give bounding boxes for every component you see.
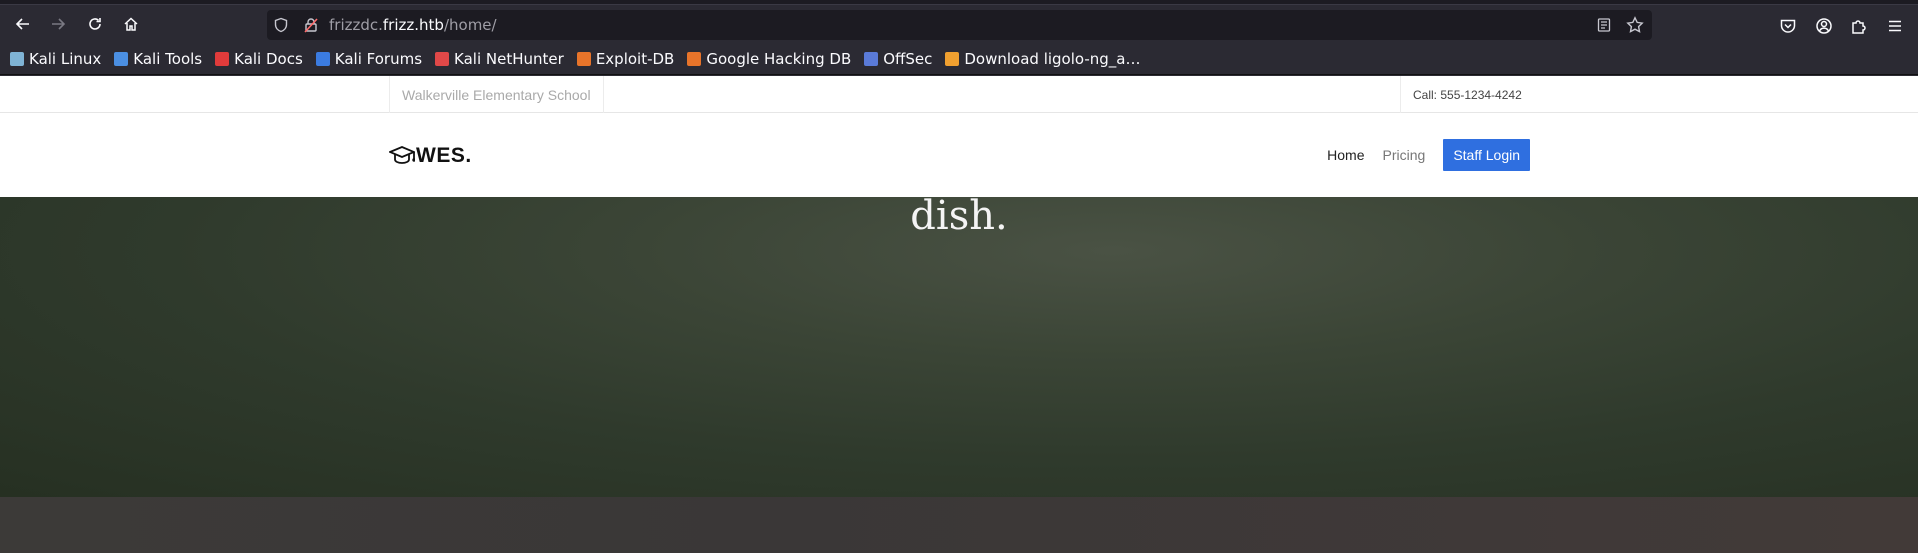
url-bar[interactable]: frizzdc.frizz.htb/home/ [267,10,1652,40]
nav-pricing-link[interactable]: Pricing [1383,139,1426,171]
bookmark-star-icon[interactable] [1626,16,1644,34]
site-top-bar: Walkerville Elementary School Call: 555-… [0,76,1918,113]
url-prefix: frizzdc. [329,16,383,34]
menu-button[interactable] [1886,17,1904,35]
nav-home-link[interactable]: Home [1327,139,1364,171]
ligolo-icon [945,51,960,66]
reload-button[interactable] [82,11,108,37]
hamburger-menu-icon [1889,20,1901,32]
url-text[interactable]: frizzdc.frizz.htb/home/ [329,15,497,35]
bookmark-label: OffSec [883,49,933,68]
bookmark-label: Exploit-DB [595,49,675,68]
bookmark-label: Kali Linux [29,49,102,68]
bookmark-label: Kali Docs [234,49,303,68]
shield-icon[interactable] [273,17,289,33]
hero-section: dish. [0,193,1918,497]
bookmark-label: Kali NetHunter [454,49,564,68]
browser-toolbar: frizzdc.frizz.htb/home/ [0,5,1918,43]
bookmark-item[interactable]: Kali Docs [215,50,303,68]
lower-section [0,497,1918,553]
offsec-icon [864,51,879,66]
bookmark-item[interactable]: OffSec [864,50,932,68]
kali-docs-icon [215,51,230,66]
url-path: /home/ [443,16,497,34]
account-icon [1816,18,1832,34]
exploitdb-icon [576,51,591,66]
reader-view-icon[interactable] [1596,17,1612,33]
site-logo[interactable]: WES. [389,144,472,168]
arrow-left-icon [15,18,29,30]
web-page: Walkerville Elementary School Call: 555-… [0,76,1918,553]
ghdb-icon [687,51,702,66]
site-brand: WES. [416,144,472,167]
bookmark-label: Kali Forums [334,49,423,68]
bookmark-item[interactable]: Download ligolo-ng_a… [945,49,1141,68]
reload-icon [89,18,101,30]
graduation-cap-icon [389,146,415,164]
kali-dragon-icon [10,51,24,66]
kali-forums-icon [315,51,330,66]
bookmarks-toolbar: Kali Linux Kali Tools Kali Docs Kali Forums… [0,43,1918,75]
bookmark-label: Kali Tools [133,49,203,68]
bookmark-item[interactable]: Exploit-DB [576,49,675,68]
hero-headline: dish. [910,193,1008,239]
pocket-button[interactable] [1779,17,1797,35]
bookmark-label: Download ligolo-ng_a… [964,49,1141,68]
site-main-nav: WES. Home Pricing Staff Login [0,114,1918,197]
url-host: frizz.htb [382,16,444,34]
insecure-lock-icon[interactable] [303,17,319,33]
extensions-button[interactable] [1850,17,1868,35]
school-name: Walkerville Elementary School [389,76,604,113]
bookmark-label: Google Hacking DB [706,49,852,68]
puzzle-icon [1852,20,1866,34]
staff-login-button[interactable]: Staff Login [1443,139,1530,171]
pocket-icon [1780,19,1796,33]
bookmark-item[interactable]: Kali Forums [315,49,423,68]
back-button[interactable] [10,11,36,37]
kali-tools-icon [114,51,129,66]
phone-number: Call: 555-1234-4242 [1400,76,1522,113]
home-button[interactable] [118,11,144,37]
nethunter-icon [435,51,450,66]
bookmark-item[interactable]: Kali Linux [10,50,101,68]
forward-button[interactable] [45,11,71,37]
home-icon [124,17,138,31]
bookmark-item[interactable]: Kali NetHunter [435,50,564,68]
account-button[interactable] [1815,17,1833,35]
bookmark-item[interactable]: Google Hacking DB [687,50,851,68]
bookmark-item[interactable]: Kali Tools [114,50,202,68]
arrow-right-icon [52,18,66,30]
site-nav-links: Home Pricing Staff Login [1327,139,1530,171]
